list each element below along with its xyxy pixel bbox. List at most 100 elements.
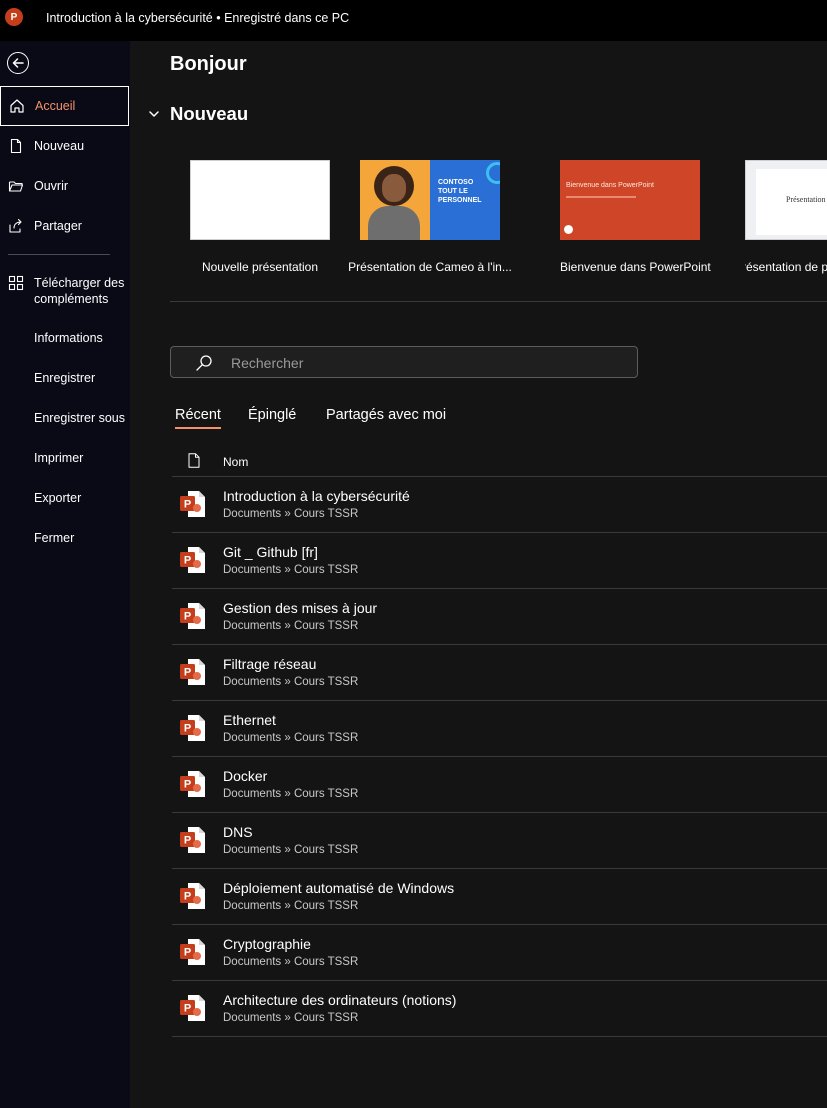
open-folder-icon (8, 178, 24, 194)
powerpoint-file-icon: P (180, 490, 206, 518)
file-row[interactable]: P Docker Documents » Cours TSSR (172, 757, 827, 813)
search-input[interactable]: Rechercher (231, 355, 303, 371)
file-name: Introduction à la cybersécurité (223, 488, 410, 504)
powerpoint-app-icon[interactable]: P (5, 8, 23, 26)
file-row[interactable]: P Déploiement automatisé de Windows Docume… (172, 869, 827, 925)
window-title: Introduction à la cybersécurité • Enregi… (46, 11, 350, 25)
sidebar-item-nouveau[interactable]: Nouveau (0, 126, 130, 166)
back-button[interactable] (7, 52, 29, 74)
file-path: Documents » Cours TSSR (223, 1012, 359, 1024)
template-label: Présentation de pl (745, 260, 827, 274)
sidebar-item-imprimer[interactable]: Imprimer (0, 438, 130, 478)
section-title: Nouveau (170, 103, 249, 124)
search-icon (196, 355, 212, 371)
arrow-left-icon (12, 58, 24, 68)
file-row[interactable]: P Cryptographie Documents » Cours TSSR (172, 925, 827, 981)
file-type-icon[interactable] (188, 453, 200, 468)
file-path: Documents » Cours TSSR (223, 564, 359, 576)
thumb-subtitle-line (566, 196, 636, 198)
file-path: Documents » Cours TSSR (223, 900, 359, 912)
svg-text:P: P (184, 667, 191, 679)
template-cameo[interactable]: CONTOSO TOUT LE PERSONNEL Présentation d… (345, 160, 515, 274)
file-row[interactable]: P Git _ Github [fr] Documents » Cours TSSR (172, 533, 827, 589)
template-welcome-powerpoint[interactable]: Bienvenue dans PowerPoint Bienvenue dans… (560, 160, 711, 274)
template-presentation-partial[interactable]: Présentation d Présentation de pl (745, 160, 827, 274)
sidebar-item-label: Ouvrir (34, 179, 69, 193)
template-label: Bienvenue dans PowerPoint (560, 260, 711, 274)
svg-text:P: P (184, 555, 191, 567)
svg-text:P: P (184, 723, 191, 735)
sidebar-item-telecharger-complements[interactable]: Télécharger des compléments (0, 271, 130, 311)
home-icon (9, 98, 25, 114)
sidebar-item-label: Nouveau (34, 139, 85, 153)
powerpoint-file-icon: P (180, 602, 206, 630)
file-path: Documents » Cours TSSR (223, 788, 359, 800)
file-name: DNS (223, 824, 253, 840)
powerpoint-file-icon: P (180, 770, 206, 798)
template-thumbnail (190, 160, 330, 240)
powerpoint-file-icon: P (180, 826, 206, 854)
template-thumbnail: Présentation d (745, 160, 827, 240)
file-row[interactable]: P Filtrage réseau Documents » Cours TSSR (172, 645, 827, 701)
new-section-toggle[interactable]: Nouveau (148, 103, 248, 125)
file-path: Documents » Cours TSSR (223, 844, 359, 856)
powerpoint-file-icon: P (180, 658, 206, 686)
file-row[interactable]: P Architecture des ordinateurs (notions) D… (172, 981, 827, 1037)
sidebar-item-enregistrer-sous[interactable]: Enregistrer sous (0, 398, 130, 438)
template-blank-presentation[interactable]: Nouvelle présentation (190, 160, 330, 274)
powerpoint-file-icon: P (180, 546, 206, 574)
svg-text:P: P (184, 835, 191, 847)
search-box[interactable]: Rechercher (170, 346, 638, 378)
sidebar-item-label: Fermer (34, 531, 75, 545)
powerpoint-file-icon: P (180, 714, 206, 742)
section-divider (170, 301, 827, 302)
cameo-thumb-text: CONTOSO TOUT LE PERSONNEL (438, 178, 482, 205)
powerpoint-file-icon: P (180, 882, 206, 910)
sidebar-item-accueil[interactable]: Accueil (0, 86, 129, 126)
file-path: Documents » Cours TSSR (223, 508, 359, 520)
file-name: Git _ Github [fr] (223, 544, 318, 560)
svg-text:P: P (184, 1003, 191, 1015)
sidebar-item-ouvrir[interactable]: Ouvrir (0, 166, 130, 206)
file-name: Docker (223, 768, 268, 784)
file-path: Documents » Cours TSSR (223, 956, 359, 968)
sidebar-item-label: Enregistrer sous (34, 411, 126, 425)
sidebar-item-enregistrer[interactable]: Enregistrer (0, 358, 130, 398)
file-name: Gestion des mises à jour (223, 600, 378, 616)
column-header-name[interactable]: Nom (223, 455, 248, 469)
title-bar: P Introduction à la cybersécurité • Enre… (0, 0, 827, 41)
backstage-sidebar: Accueil Nouveau Ouvrir Partager Téléchar… (0, 41, 130, 1108)
new-file-icon (8, 138, 24, 154)
decor-ring-shape (486, 162, 500, 184)
file-name: Ethernet (223, 712, 276, 728)
sidebar-item-exporter[interactable]: Exporter (0, 478, 130, 518)
sidebar-item-label: Télécharger des compléments (34, 276, 125, 306)
file-row[interactable]: P Introduction à la cybersécurité Document… (172, 477, 827, 533)
thumb-line: PERSONNEL (438, 197, 482, 204)
svg-text:P: P (184, 891, 191, 903)
thumb-line: TOUT LE (438, 188, 468, 195)
file-row[interactable]: P Ethernet Documents » Cours TSSR (172, 701, 827, 757)
sidebar-item-label: Enregistrer (34, 371, 96, 385)
svg-text:P: P (184, 499, 191, 511)
tab-pinned[interactable]: Épinglé (248, 407, 296, 423)
sidebar-item-label: Partager (34, 219, 82, 233)
sidebar-item-informations[interactable]: Informations (0, 318, 130, 358)
svg-text:P: P (184, 611, 191, 623)
chevron-down-icon (149, 111, 159, 117)
template-label: Présentation de Cameo à l'in... (348, 260, 512, 274)
sidebar-item-label: Accueil (35, 99, 76, 113)
person-face-shape (382, 174, 406, 202)
add-ins-icon (8, 275, 24, 291)
page-title: Bonjour (170, 53, 247, 75)
sidebar-item-fermer[interactable]: Fermer (0, 518, 130, 558)
sidebar-item-partager[interactable]: Partager (0, 206, 130, 246)
file-row[interactable]: P Gestion des mises à jour Documents » Cou… (172, 589, 827, 645)
sidebar-item-label: Informations (34, 331, 103, 345)
file-row[interactable]: P DNS Documents » Cours TSSR (172, 813, 827, 869)
template-thumbnail: Bienvenue dans PowerPoint (560, 160, 700, 240)
tab-shared-with-me[interactable]: Partagés avec moi (326, 407, 446, 423)
file-path: Documents » Cours TSSR (223, 676, 359, 688)
powerpoint-file-icon: P (180, 994, 206, 1022)
tab-recent[interactable]: Récent (175, 407, 221, 429)
